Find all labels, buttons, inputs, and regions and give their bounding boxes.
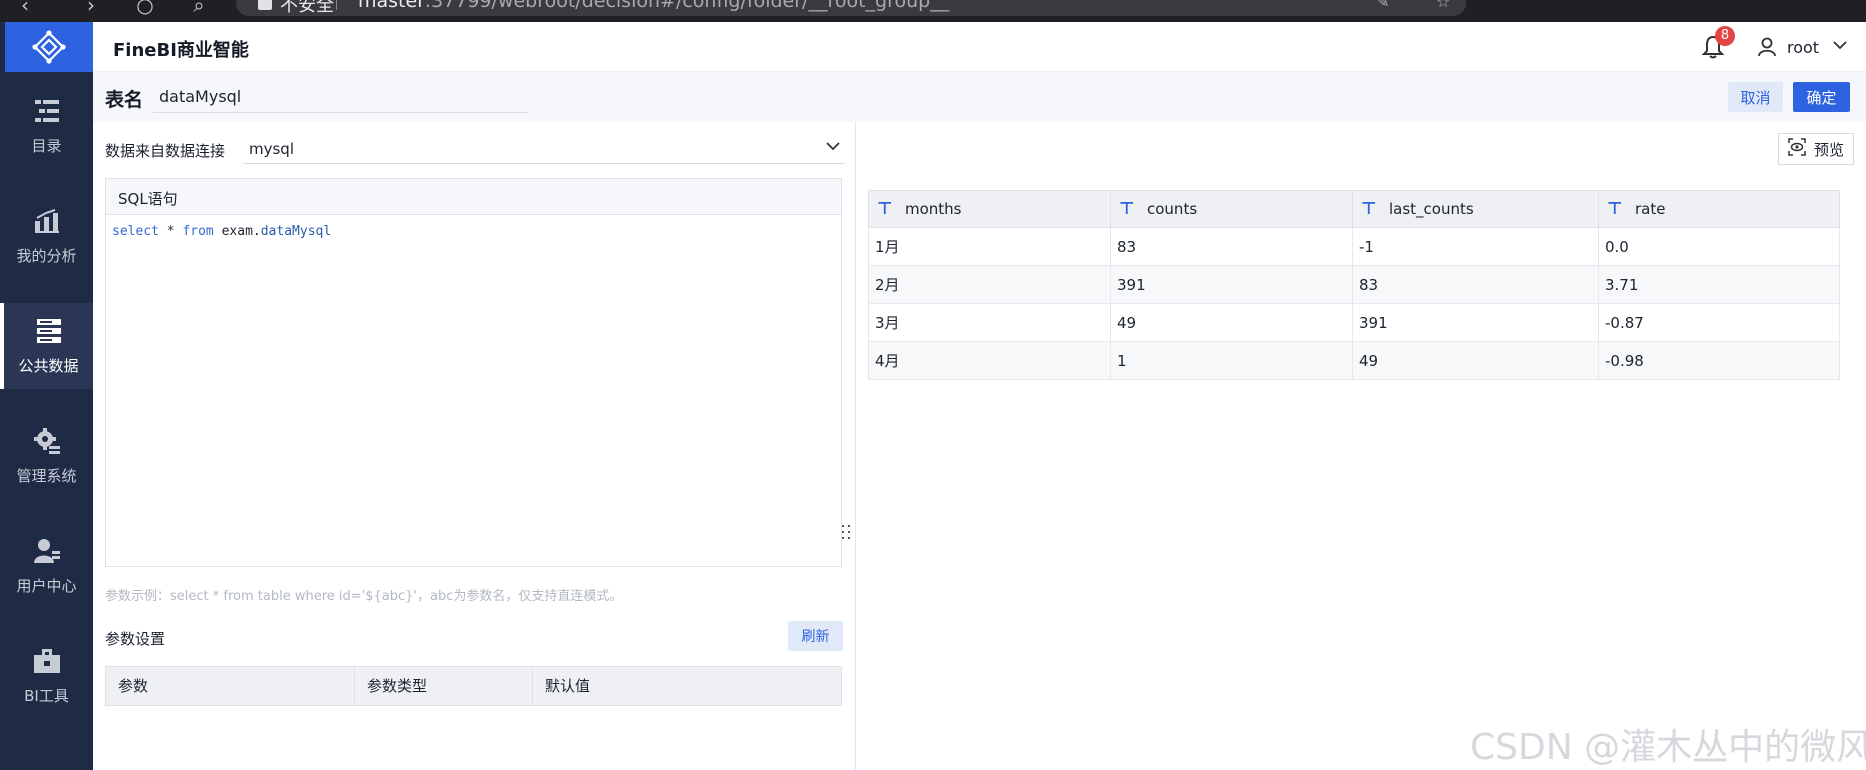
param-column-header: 参数: [106, 667, 355, 705]
table-cell: 3.71: [1598, 265, 1840, 304]
table-row: 3月 49 391 -0.87: [868, 303, 1840, 342]
sidebar-item-catalog[interactable]: 目录: [0, 83, 93, 169]
param-settings-title: 参数设置: [105, 630, 166, 648]
public-data-icon: [35, 317, 63, 345]
chevron-down-icon[interactable]: [1833, 38, 1847, 56]
table-cell: 49: [1352, 341, 1599, 380]
table-cell: 4月: [868, 341, 1111, 380]
text-type-icon: ⊤: [877, 199, 893, 219]
column-header[interactable]: ⊤ rate: [1598, 190, 1840, 228]
star-icon[interactable]: ☆: [1436, 0, 1450, 11]
preview-table: ⊤ months ⊤ counts ⊤ last_counts ⊤ rate 1月 83…: [868, 190, 1840, 380]
sql-editor-panel: 数据来自数据连接 mysql SQL语句 select * from exam.…: [93, 122, 855, 770]
sidebar-item-user-center[interactable]: 用户中心: [0, 523, 93, 609]
sql-keyword: from: [182, 224, 214, 239]
confirm-button[interactable]: 确定: [1793, 82, 1850, 112]
preview-label: 预览: [1813, 140, 1844, 159]
sidebar-item-label: 用户中心: [16, 576, 77, 595]
back-icon[interactable]: ‹: [14, 0, 36, 16]
sql-table: dataMysql: [260, 224, 332, 239]
table-cell: 0.0: [1598, 227, 1840, 266]
param-column-header: 参数类型: [355, 667, 533, 705]
table-cell: 2月: [868, 265, 1111, 304]
sidebar-item-public-data[interactable]: 公共数据: [0, 303, 93, 389]
table-header-row: ⊤ months ⊤ counts ⊤ last_counts ⊤ rate: [868, 190, 1840, 228]
table-row: 4月 1 49 -0.98: [868, 341, 1840, 380]
sql-header: SQL语句: [106, 179, 841, 215]
address-bar[interactable]: 不安全 master:37799/webroot/decision#/confi…: [236, 0, 1466, 16]
notification-badge: 8: [1715, 26, 1735, 46]
analysis-icon: [33, 207, 61, 235]
url-text: master:37799/webroot/decision#/config/fo…: [358, 0, 950, 12]
column-header[interactable]: ⊤ last_counts: [1352, 190, 1599, 228]
search-icon[interactable]: ⌕: [188, 0, 210, 16]
table-cell: 83: [1110, 227, 1353, 266]
translate-icon[interactable]: ✎: [1376, 0, 1389, 11]
table-name-input[interactable]: [153, 81, 528, 113]
preview-eye-icon: [1788, 138, 1806, 160]
table-cell: 49: [1110, 303, 1353, 342]
param-table-header: 参数 参数类型 默认值: [105, 666, 842, 706]
table-row: 2月 391 83 3.71: [868, 265, 1840, 304]
security-label: 不安全: [280, 0, 334, 16]
username[interactable]: root: [1787, 38, 1819, 57]
top-header: FineBI商业智能 8 root: [93, 22, 1866, 72]
table-cell: 1月: [868, 227, 1111, 266]
forward-icon[interactable]: ›: [80, 0, 102, 16]
table-cell: -0.98: [1598, 341, 1840, 380]
table-cell: 391: [1110, 265, 1353, 304]
sidebar-item-bi-tools[interactable]: BI工具: [0, 633, 93, 719]
column-header[interactable]: ⊤ months: [868, 190, 1111, 228]
sidebar-item-label: 目录: [31, 136, 62, 155]
table-cell: 83: [1352, 265, 1599, 304]
sql-schema: exam.: [213, 224, 261, 239]
chevron-down-icon: [825, 138, 841, 159]
table-name-label: 表名: [105, 89, 144, 111]
user-center-icon: [33, 537, 61, 565]
user-icon[interactable]: [1757, 37, 1777, 57]
table-cell: 1: [1110, 341, 1353, 380]
admin-gear-icon: [33, 427, 61, 455]
sql-keyword: select: [112, 224, 159, 239]
connection-select[interactable]: mysql: [243, 136, 845, 164]
text-type-icon: ⊤: [1361, 199, 1377, 219]
table-row: 1月 83 -1 0.0: [868, 227, 1840, 266]
param-column-header: 默认值: [545, 677, 591, 695]
text-type-icon: ⊤: [1607, 199, 1623, 219]
drag-handle-icon[interactable]: [842, 525, 854, 545]
sidebar-item-admin-system[interactable]: 管理系统: [0, 413, 93, 499]
column-header[interactable]: ⊤ counts: [1110, 190, 1353, 228]
param-hint-text: 参数示例：select * from table where id='${abc…: [105, 589, 623, 604]
table-cell: -0.87: [1598, 303, 1840, 342]
connection-value: mysql: [249, 140, 294, 158]
sidebar: 目录 我的分析 公共数据 管理系统 用户中心 BI工具: [0, 22, 93, 770]
watermark: CSDN @灌木丛中的微风: [1470, 727, 1866, 768]
preview-panel: 预览 ⊤ months ⊤ counts ⊤ last_counts ⊤ rate 1月…: [856, 122, 1866, 770]
sidebar-item-label: 公共数据: [18, 356, 79, 375]
sql-code-editor[interactable]: select * from exam.dataMysql: [106, 215, 841, 248]
table-name-bar: 表名 取消 确定: [93, 72, 1866, 122]
browser-toolbar: ‹ › ○ ⌕ 不安全 master:37799/webroot/decisio…: [0, 0, 1866, 22]
sql-operator: *: [158, 224, 183, 239]
preview-button[interactable]: 预览: [1778, 133, 1854, 165]
table-cell: -1: [1352, 227, 1599, 266]
text-type-icon: ⊤: [1119, 199, 1135, 219]
sql-statement-box: SQL语句 select * from exam.dataMysql: [105, 178, 842, 567]
sidebar-item-label: 我的分析: [16, 246, 77, 265]
table-cell: 3月: [868, 303, 1111, 342]
cancel-button[interactable]: 取消: [1728, 82, 1783, 112]
toolbox-icon: [33, 647, 61, 675]
sidebar-item-my-analysis[interactable]: 我的分析: [0, 193, 93, 279]
sidebar-item-label: BI工具: [24, 686, 69, 705]
sidebar-item-label: 管理系统: [16, 466, 77, 485]
table-cell: 391: [1352, 303, 1599, 342]
reload-icon[interactable]: ○: [134, 0, 156, 16]
catalog-icon: [33, 97, 61, 125]
warning-icon: [258, 0, 272, 10]
refresh-button[interactable]: 刷新: [788, 621, 843, 651]
finebi-logo-icon[interactable]: [5, 22, 93, 72]
connection-label: 数据来自数据连接: [105, 142, 226, 160]
app-title: FineBI商业智能: [113, 40, 249, 61]
